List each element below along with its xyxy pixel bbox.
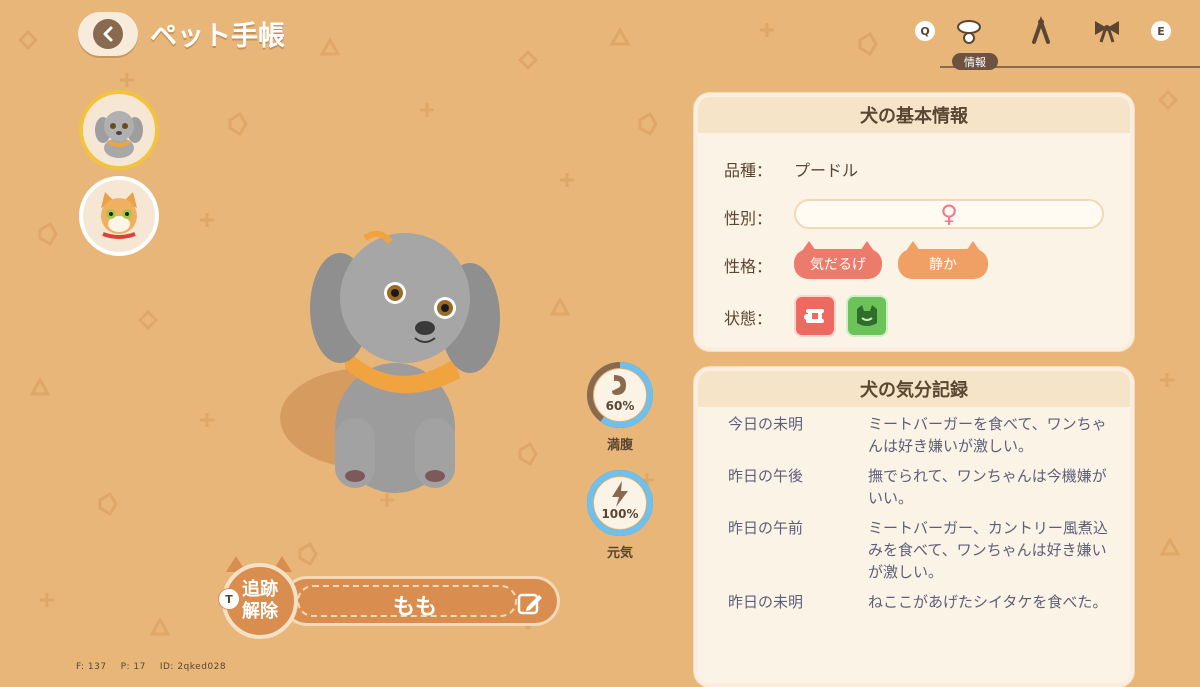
energy-gauge: 100% [586, 469, 654, 537]
mood-log-title: 犬の気分記録 [698, 371, 1130, 407]
bone-icon[interactable] [1026, 16, 1056, 46]
fullness-gauge: 60% [586, 361, 654, 429]
energy-label: 元気 [606, 546, 633, 561]
list-item: 昨日の未明 ねここがあげたシイタケを食べた。 [728, 593, 1108, 611]
cat-avatar-icon [101, 192, 137, 239]
next-tab-key[interactable]: E [1146, 16, 1176, 46]
edit-name-icon[interactable] [517, 591, 543, 621]
bow-icon[interactable] [1092, 16, 1122, 46]
food-dislike-icon [794, 295, 836, 337]
status-label: 状態： [724, 309, 773, 328]
list-item: 昨日の午後 撫でられて、ワンちゃんは今機嫌がいい。 [728, 467, 1107, 507]
active-tab-label: 情報 [952, 53, 998, 70]
collar-icon[interactable] [954, 16, 984, 46]
gender-field: ♀ [794, 199, 1104, 229]
trait-badge: 気だるげ [794, 241, 882, 279]
pet-name: もも [392, 595, 437, 620]
prev-tab-key[interactable]: Q [910, 16, 940, 46]
back-button[interactable] [78, 12, 138, 56]
happy-face-icon [846, 295, 888, 337]
poodle-avatar-icon [95, 111, 143, 158]
energy-value: 100% [601, 507, 639, 521]
fullness-value: 60% [605, 399, 635, 413]
list-item: 今日の未明 ミートバーガーを食べて、ワンちゃんは好き嫌いが激しい。 [728, 415, 1107, 455]
pet-thumb-dog[interactable] [79, 90, 159, 170]
breed-value: プードル [794, 161, 859, 180]
breed-label: 品種： [724, 161, 773, 180]
mood-log-list[interactable]: 今日の未明 ミートバーガーを食べて、ワンちゃんは好き嫌いが激しい。 昨日の午後 … [698, 413, 1130, 621]
pet-model-poodle [280, 230, 500, 493]
page-title: ペット手帳 [150, 21, 285, 52]
pet-name-plate[interactable]: もも [282, 576, 560, 626]
debug-info: F: 137 P: 17 ID: 2qked028 [76, 662, 227, 672]
personality-label: 性格： [724, 257, 773, 276]
chevron-left-icon [93, 19, 123, 49]
basic-info-panel: 犬の基本情報 品種： プードル 性別： ♀ 性格： 気だるげ 静か 状態： [694, 93, 1134, 351]
female-icon: ♀ [940, 200, 958, 228]
track-key-hint: T [218, 588, 240, 610]
gender-label: 性別： [724, 209, 773, 228]
basic-info-title: 犬の基本情報 [698, 97, 1130, 133]
list-item: 昨日の午前 ミートバーガー、カントリー風煮込みを食べて、ワンちゃんは好き嫌いが激… [728, 519, 1108, 581]
fullness-label: 満腹 [606, 438, 633, 453]
trait-badge: 静か [898, 241, 988, 279]
pet-thumb-cat[interactable] [79, 176, 159, 256]
mood-log-panel: 犬の気分記録 今日の未明 ミートバーガーを食べて、ワンちゃんは好き嫌いが激しい。… [694, 367, 1134, 687]
